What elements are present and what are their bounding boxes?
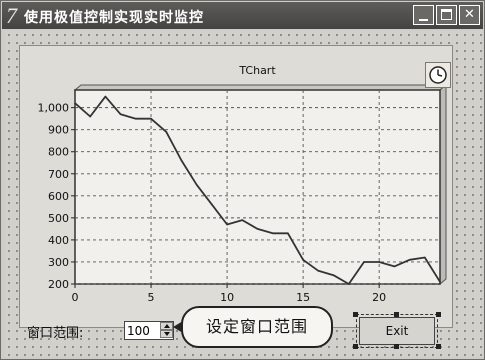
close-icon: ✕	[464, 7, 475, 22]
exit-button[interactable]: Exit	[356, 314, 438, 348]
data-point	[74, 102, 76, 105]
arrow-down-icon	[164, 332, 170, 336]
app-icon: 7	[6, 3, 17, 28]
data-point	[165, 131, 168, 133]
data-point	[241, 219, 244, 221]
y-tick-label: 400	[48, 234, 69, 247]
selection-handle	[394, 344, 399, 349]
title-bar[interactable]: 7 使用极值控制实现实时监控 ✕	[2, 2, 483, 29]
y-tick-label: 500	[48, 212, 69, 225]
clock-icon	[429, 66, 447, 84]
maximize-button[interactable]	[436, 5, 457, 25]
clock-button[interactable]	[425, 62, 451, 88]
data-point	[393, 265, 396, 268]
minimize-icon	[419, 19, 428, 21]
app-window: 7 使用极值控制实现实时监控 ✕ TChart 200 300 400 500 600 70…	[0, 0, 485, 360]
y-tick-label: 600	[48, 190, 69, 203]
data-point	[317, 269, 320, 272]
data-point	[378, 261, 380, 263]
window-title: 使用极值控制实现实时监控	[24, 10, 204, 26]
data-point	[347, 283, 350, 285]
plot-area	[74, 89, 441, 285]
y-tick-label: 1,000	[38, 102, 70, 115]
data-point	[119, 113, 122, 116]
data-point	[332, 274, 335, 276]
data-point	[408, 258, 411, 261]
tchart-panel: TChart 200 300 400 500 600 700 800 900 1,000 0 5 10 1…	[19, 45, 453, 328]
data-point	[423, 256, 426, 259]
data-point	[287, 232, 289, 235]
x-tick-label: 20	[372, 291, 386, 304]
y-tick-label: 700	[48, 168, 69, 181]
y-tick-label: 300	[48, 256, 69, 269]
selection-handle	[353, 312, 358, 317]
selection-handle	[436, 344, 441, 349]
data-point	[271, 232, 274, 235]
window-range-spinner[interactable]	[124, 321, 174, 340]
maximize-icon	[441, 9, 452, 20]
x-tick-label: 5	[148, 291, 155, 304]
callout-annotation: 设定窗口范围	[181, 306, 333, 348]
chart: TChart 200 300 400 500 600 700 800 900 1,000 0 5 10 1…	[38, 64, 448, 304]
spin-up-button[interactable]	[160, 322, 173, 330]
data-point	[104, 95, 107, 98]
y-tick-label: 900	[48, 124, 69, 137]
selection-handle	[436, 312, 441, 317]
plot-depth-side	[439, 83, 447, 286]
window-range-input[interactable]	[127, 322, 159, 339]
data-point	[302, 258, 304, 261]
selection-handle	[353, 344, 358, 349]
data-point	[256, 228, 259, 230]
data-point	[89, 115, 92, 118]
data-point	[135, 117, 137, 120]
data-point	[439, 280, 441, 283]
y-tick-label: 200	[48, 278, 69, 291]
data-point	[150, 117, 152, 120]
window-range-label: 窗口范围:	[27, 326, 84, 341]
data-point	[195, 183, 198, 186]
y-tick-label: 800	[48, 146, 69, 159]
x-tick-label: 10	[220, 291, 234, 304]
arrow-up-icon	[164, 324, 170, 328]
x-tick-label: 15	[296, 291, 310, 304]
close-button[interactable]: ✕	[459, 5, 480, 25]
data-point	[363, 261, 365, 263]
spin-down-button[interactable]	[160, 330, 173, 338]
data-point	[226, 223, 228, 226]
x-tick-label: 0	[72, 291, 79, 304]
data-point	[211, 203, 213, 206]
minimize-button[interactable]	[413, 5, 434, 25]
data-point	[180, 159, 183, 162]
selection-handle	[394, 312, 399, 317]
chart-title: TChart	[238, 64, 276, 77]
